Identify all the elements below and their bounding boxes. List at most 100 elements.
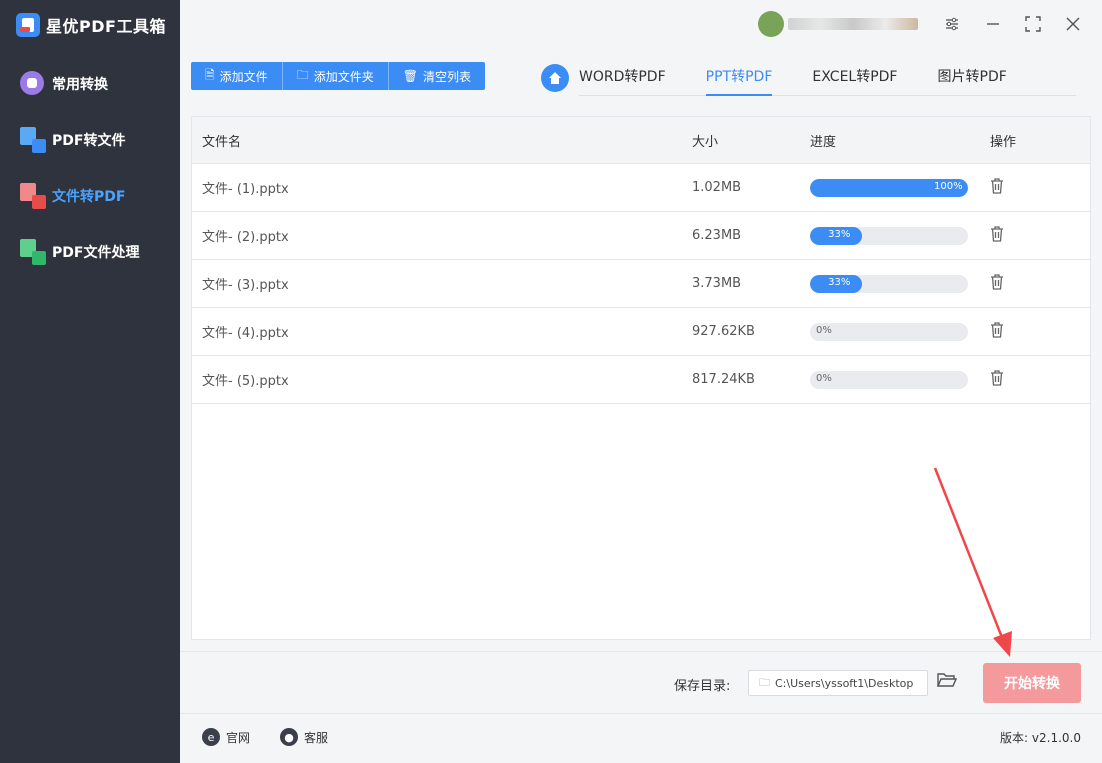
action-cell (990, 177, 1090, 198)
add-folder-button[interactable]: 🗀 添加文件夹 (283, 62, 389, 90)
table-row[interactable]: 文件- (2).pptx 6.23MB 33% (192, 212, 1090, 260)
progress-label: 33% (828, 276, 851, 288)
sidebar-item-pdf-to-file[interactable]: PDF转文件 (0, 112, 180, 168)
progress-label: 100% (934, 180, 963, 192)
table-row[interactable]: 文件- (4).pptx 927.62KB 0% (192, 308, 1090, 356)
sidebar-item-common[interactable]: 常用转换 (0, 56, 180, 112)
file-name: 文件- (3).pptx (202, 278, 289, 293)
save-dir-label: 保存目录: (674, 679, 731, 694)
progress-bar: 33% (810, 274, 968, 293)
action-cell (990, 321, 1090, 342)
progress-cell: 0% (810, 370, 990, 389)
chat-icon: ● (280, 728, 298, 746)
sidebar: 星优PDF工具箱 常用转换 PDF转文件 文件转PDF PDF文件处理 (0, 0, 180, 763)
sidebar-item-pdf-process[interactable]: PDF文件处理 (0, 224, 180, 280)
folder-icon: 🗀 (759, 675, 770, 689)
header-size: 大小 (692, 134, 719, 150)
table-header: 文件名 大小 进度 操作 (192, 117, 1090, 164)
tab-word-to-pdf[interactable]: WORD转PDF (579, 58, 666, 96)
delete-row-icon[interactable] (990, 321, 1004, 342)
app-logo-icon (16, 13, 40, 37)
progress-cell: 33% (810, 226, 990, 245)
sidebar-nav: 常用转换 PDF转文件 文件转PDF PDF文件处理 (0, 56, 180, 280)
header-name: 文件名 (202, 134, 242, 150)
app-title: 星优PDF工具箱 (0, 0, 180, 50)
tab-excel-to-pdf[interactable]: EXCEL转PDF (812, 58, 897, 96)
header-progress: 进度 (810, 134, 837, 150)
table-row[interactable]: 文件- (5).pptx 817.24KB 0% (192, 356, 1090, 404)
table-body: 文件- (1).pptx 1.02MB 100% 文件- (2).pptx 6.… (192, 164, 1090, 404)
file-size: 1.02MB (692, 180, 742, 195)
user-name-blurred (788, 18, 918, 30)
progress-bar: 0% (810, 322, 968, 341)
trash-icon: 🗑 (402, 69, 418, 83)
file-table: 文件名 大小 进度 操作 文件- (1).pptx 1.02MB 100% 文件… (191, 116, 1091, 640)
minimize-icon[interactable] (981, 12, 1005, 36)
browser-icon: e (202, 728, 220, 746)
action-cell (990, 225, 1090, 246)
support-label: 客服 (304, 730, 329, 745)
progress-bar: 0% (810, 370, 968, 389)
file-name: 文件- (1).pptx (202, 182, 289, 197)
file-size: 6.23MB (692, 228, 742, 243)
output-bar: 保存目录: 🗀 C:\Users\yssoft1\Desktop 开始转换 (180, 651, 1102, 713)
sidebar-item-label: 常用转换 (52, 77, 108, 93)
app-name: 星优PDF工具箱 (46, 17, 166, 36)
start-convert-button[interactable]: 开始转换 (983, 663, 1081, 703)
progress-bar: 100% (810, 178, 968, 197)
website-label: 官网 (226, 730, 251, 745)
conversion-tabs: WORD转PDF PPT转PDF EXCEL转PDF 图片转PDF (579, 58, 1076, 96)
pdf-to-file-icon (20, 127, 46, 153)
file-name: 文件- (5).pptx (202, 374, 289, 389)
delete-row-icon[interactable] (990, 273, 1004, 294)
tab-image-to-pdf[interactable]: 图片转PDF (938, 58, 1007, 96)
add-file-label: 添加文件 (219, 69, 268, 84)
apps-icon (20, 71, 46, 97)
sidebar-item-label: 文件转PDF (52, 189, 126, 205)
title-bar (180, 0, 1102, 50)
file-name: 文件- (2).pptx (202, 230, 289, 245)
action-cell (990, 369, 1090, 390)
maximize-icon[interactable] (1021, 12, 1045, 36)
progress-cell: 33% (810, 274, 990, 293)
support-link[interactable]: ● 客服 (280, 728, 328, 746)
file-icon: 🗎 (205, 67, 215, 82)
table-row[interactable]: 文件- (3).pptx 3.73MB 33% (192, 260, 1090, 308)
home-icon[interactable] (541, 64, 569, 92)
add-folder-label: 添加文件夹 (313, 69, 374, 84)
folder-icon: 🗀 (296, 67, 309, 82)
close-icon[interactable] (1061, 12, 1085, 36)
main-area: 🗎 添加文件 🗀 添加文件夹 🗑 清空列表 WORD转PDF PPT转PDF E… (180, 0, 1102, 763)
file-size: 3.73MB (692, 276, 742, 291)
save-path-field[interactable]: 🗀 C:\Users\yssoft1\Desktop (748, 670, 928, 696)
tab-ppt-to-pdf[interactable]: PPT转PDF (705, 58, 773, 96)
file-name: 文件- (4).pptx (202, 326, 289, 341)
header-action: 操作 (990, 134, 1017, 150)
delete-row-icon[interactable] (990, 225, 1004, 246)
progress-label: 33% (828, 228, 851, 240)
progress-bar: 33% (810, 226, 968, 245)
toolbar: 🗎 添加文件 🗀 添加文件夹 🗑 清空列表 (191, 62, 485, 90)
progress-label: 0% (816, 372, 832, 384)
sidebar-item-label: PDF文件处理 (52, 245, 140, 261)
delete-row-icon[interactable] (990, 369, 1004, 390)
version-text: 版本: v2.1.0.0 (1000, 731, 1081, 745)
browse-folder-icon[interactable] (936, 672, 958, 693)
delete-row-icon[interactable] (990, 177, 1004, 198)
progress-cell: 100% (810, 178, 990, 197)
action-cell (990, 273, 1090, 294)
save-path-value: C:\Users\yssoft1\Desktop (775, 676, 914, 690)
website-link[interactable]: e 官网 (202, 728, 250, 746)
pdf-process-icon (20, 239, 46, 265)
file-to-pdf-icon (20, 183, 46, 209)
sidebar-item-label: PDF转文件 (52, 133, 126, 149)
clear-list-button[interactable]: 🗑 清空列表 (389, 62, 485, 90)
file-size: 817.24KB (692, 372, 755, 387)
sidebar-item-file-to-pdf[interactable]: 文件转PDF (0, 168, 180, 224)
status-bar: e 官网 ● 客服 版本: v2.1.0.0 (180, 713, 1102, 763)
settings-icon[interactable] (940, 12, 964, 36)
progress-cell: 0% (810, 322, 990, 341)
table-row[interactable]: 文件- (1).pptx 1.02MB 100% (192, 164, 1090, 212)
add-file-button[interactable]: 🗎 添加文件 (191, 62, 283, 90)
avatar[interactable] (758, 11, 784, 37)
